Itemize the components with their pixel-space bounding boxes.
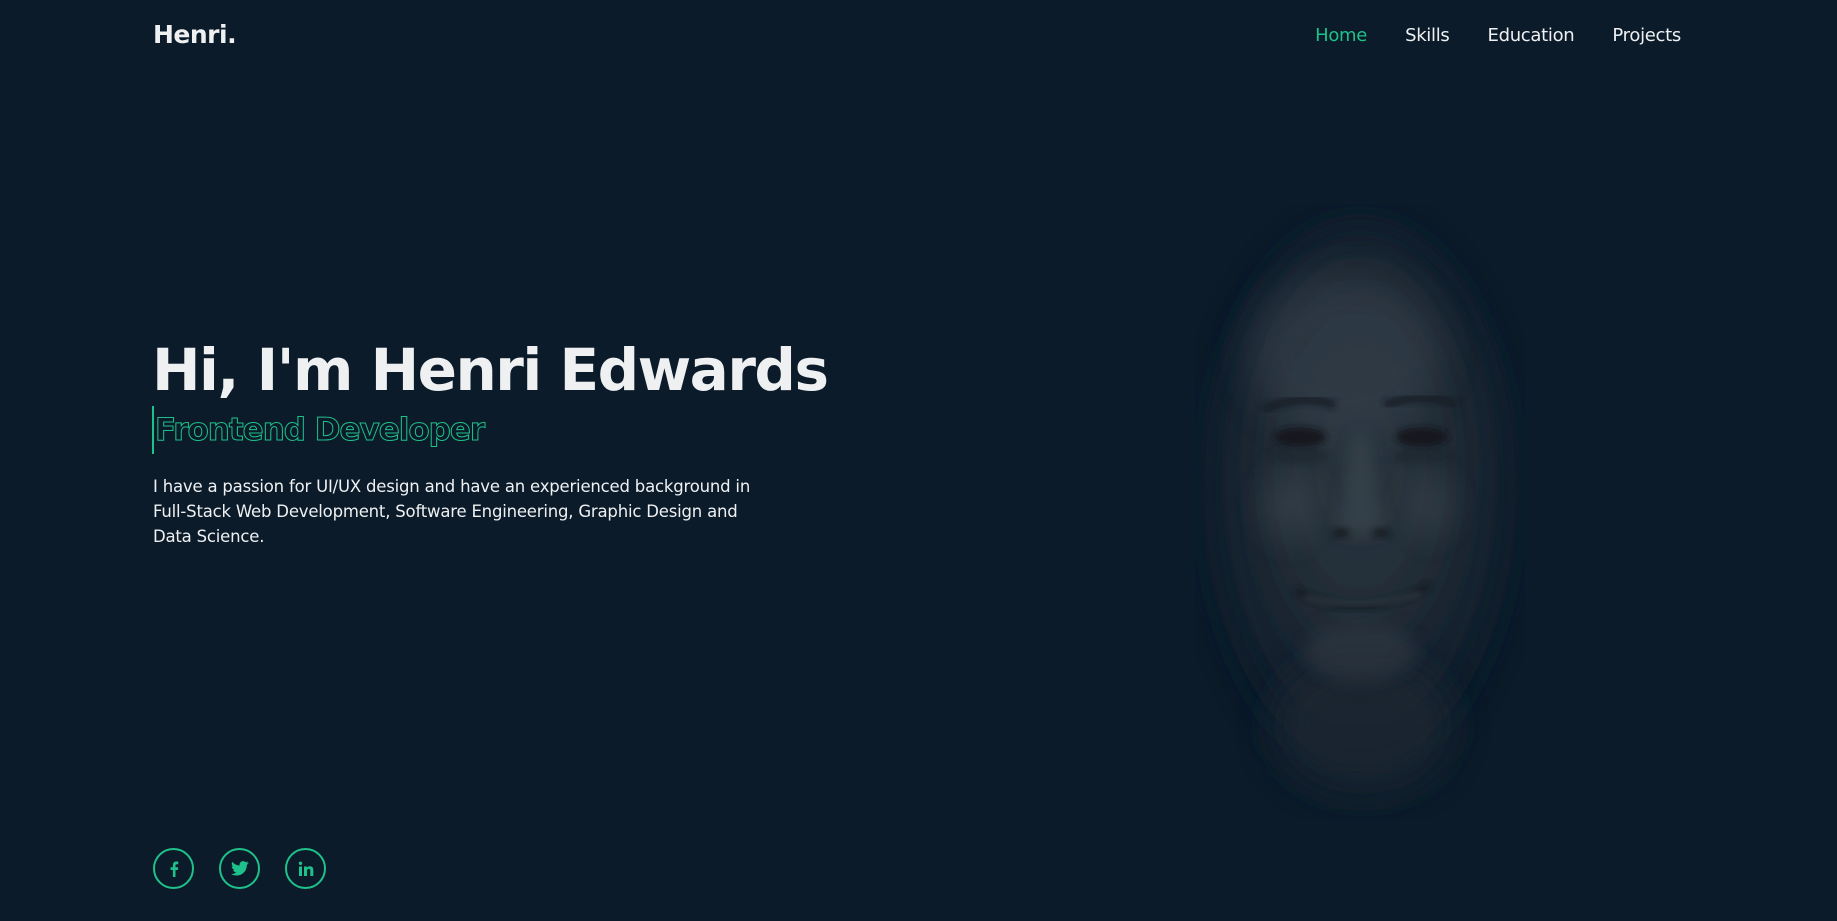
text-cursor <box>152 406 154 454</box>
site-logo[interactable]: Henri. <box>153 17 237 53</box>
hero-intro: I have a passion for UI/UX design and ha… <box>153 477 751 546</box>
linkedin-button[interactable] <box>285 848 326 889</box>
twitter-button[interactable] <box>219 848 260 889</box>
facebook-icon <box>170 861 178 877</box>
profile-portrait <box>1210 225 1510 795</box>
site-header: Henri. Home Skills Education Projects <box>0 0 1837 72</box>
main-nav: Home Skills Education Projects <box>1315 22 1681 50</box>
hero-role: Frontend Developer <box>154 412 485 449</box>
nav-home[interactable]: Home <box>1315 22 1367 50</box>
twitter-icon <box>230 861 249 876</box>
facebook-button[interactable] <box>153 848 194 889</box>
nav-projects[interactable]: Projects <box>1612 22 1681 50</box>
hero-title: Hi, I'm Henri Edwards <box>152 336 829 404</box>
linkedin-icon <box>298 861 313 876</box>
page: Henri. Home Skills Education Projects Hi… <box>0 0 1837 921</box>
nav-skills[interactable]: Skills <box>1405 22 1450 50</box>
social-links <box>153 848 326 889</box>
role-typewriter: Frontend Developer <box>152 406 486 454</box>
nav-education[interactable]: Education <box>1488 22 1575 50</box>
